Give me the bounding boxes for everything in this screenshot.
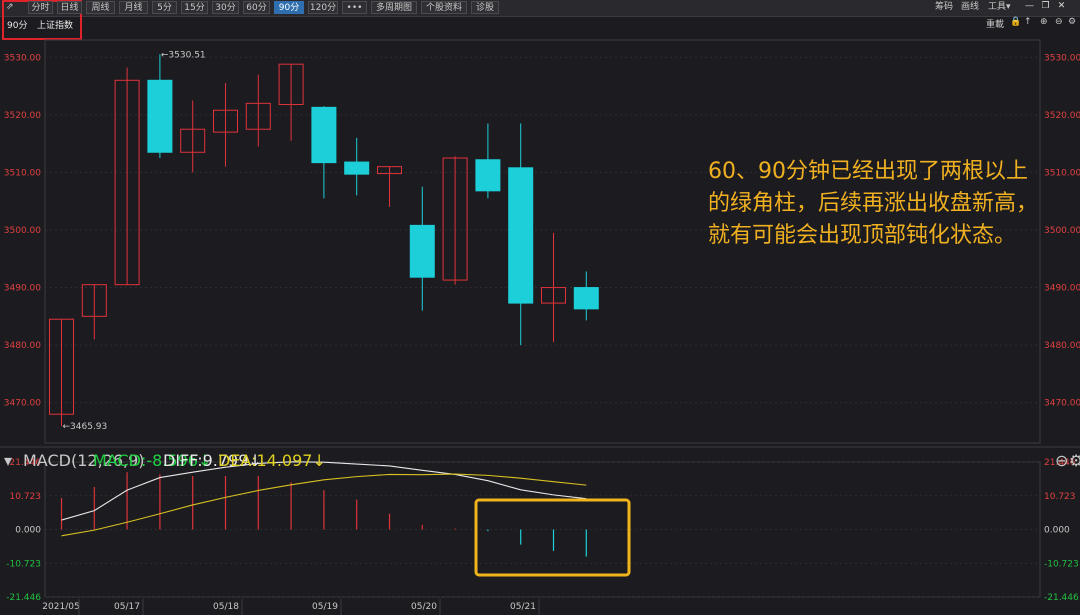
period-tab-5[interactable]: 15分 — [181, 1, 208, 14]
candle-body — [409, 224, 435, 278]
candle-body — [475, 159, 501, 192]
date-label: 05/17 — [114, 602, 140, 612]
period-tab-0[interactable]: 分时 — [28, 1, 53, 14]
price-tick-right: 3500.00 — [1044, 226, 1080, 236]
period-tab-4[interactable]: 5分 — [152, 1, 177, 14]
period-tab-3[interactable]: 月线 — [119, 1, 148, 14]
price-tick-right: 3480.00 — [1044, 341, 1080, 351]
price-tick-left: 3470.00 — [4, 399, 41, 409]
period-tab-10[interactable]: ••• — [342, 1, 367, 14]
candle-body — [508, 167, 534, 304]
min-price-label: ←3465.93 — [63, 422, 108, 432]
annotation-text: 60、90分钟已经出现了两根以上的绿角柱，后续再涨出收盘新高，就有可能会出现顶部… — [708, 159, 1039, 248]
price-tick-left: 3510.00 — [4, 168, 41, 178]
candle-body — [573, 287, 599, 310]
price-tick-left: 3530.00 — [4, 53, 41, 63]
period-tab-9[interactable]: 120分 — [308, 1, 338, 14]
period-tab-6[interactable]: 30分 — [212, 1, 239, 14]
period-tab-13[interactable]: 诊股 — [471, 1, 499, 14]
macd-collapse-icon[interactable]: ▾ — [4, 451, 12, 470]
candle-body — [344, 161, 370, 175]
price-tick-right: 3470.00 — [1044, 399, 1080, 409]
date-label: 05/20 — [411, 602, 437, 612]
macd-tick-left: -10.723 — [6, 559, 41, 569]
price-tick-left: 3480.00 — [4, 341, 41, 351]
period-tab-1[interactable]: 日线 — [57, 1, 82, 14]
macd-tick-left: 0.000 — [15, 526, 41, 536]
candlestick-chart: 3470.00 3470.00 3480.00 3480.00 3490.00 3490.… — [0, 39, 1080, 615]
dea-value: DEA:14.097↓ — [218, 451, 326, 470]
price-tick-right: 3530.00 — [1044, 53, 1080, 63]
max-price-label: ←3530.51 — [161, 50, 206, 60]
macd-tick-right: 0.000 — [1044, 526, 1070, 536]
price-tick-left: 3500.00 — [4, 226, 41, 236]
macd-tick-left: -21.446 — [6, 593, 41, 603]
candle-body — [311, 106, 337, 164]
macd-tick-right: -21.446 — [1044, 593, 1079, 603]
price-tick-left: 3520.00 — [4, 111, 41, 121]
date-label: 05/18 — [213, 602, 239, 612]
macd-close-icon[interactable]: ⊖ — [1055, 451, 1068, 470]
date-label: 05/21 — [510, 602, 536, 612]
period-tab-2[interactable]: 周线 — [86, 1, 115, 14]
price-tick-right: 3510.00 — [1044, 168, 1080, 178]
price-tick-right: 3490.00 — [1044, 284, 1080, 294]
period-tab-7[interactable]: 60分 — [243, 1, 270, 14]
macd-settings-icon[interactable]: ⚙ — [1069, 451, 1080, 470]
period-tab-8[interactable]: 90分 — [274, 1, 304, 14]
candle-body — [147, 79, 173, 153]
price-tick-left: 3490.00 — [4, 284, 41, 294]
macd-tick-right: -10.723 — [1044, 559, 1079, 569]
expand-icon[interactable]: ⇗ — [6, 1, 14, 14]
date-label: 05/19 — [312, 602, 338, 612]
period-tab-11[interactable]: 多周期图 — [371, 1, 417, 14]
macd-tick-left: 10.723 — [10, 492, 42, 502]
period-tab-12[interactable]: 个股资料 — [421, 1, 467, 14]
price-tick-right: 3520.00 — [1044, 111, 1080, 121]
macd-tick-right: 10.723 — [1044, 492, 1076, 502]
date-label: 2021/05 — [42, 602, 79, 612]
